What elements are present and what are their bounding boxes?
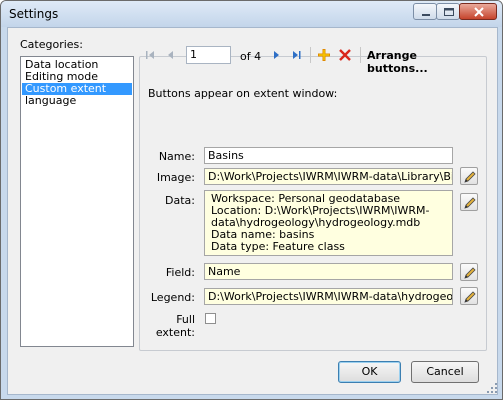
last-icon: [293, 51, 301, 59]
window-title: Settings: [9, 7, 59, 21]
add-record-button[interactable]: [315, 46, 333, 64]
category-language[interactable]: language: [22, 95, 132, 107]
arrange-buttons-link[interactable]: Arrange buttons...: [367, 49, 477, 75]
first-record-button[interactable]: [141, 46, 159, 64]
name-label: Name:: [158, 150, 195, 163]
first-icon: [146, 51, 154, 59]
pencil-icon: [464, 291, 476, 303]
pencil-icon: [464, 197, 476, 209]
name-input[interactable]: Basins: [204, 147, 453, 164]
categories-list[interactable]: Data location Editing mode Custom extent…: [20, 56, 134, 347]
navigator-toolbar: 1 of 4 Arrange buttons...: [137, 44, 477, 75]
panel-caption: Buttons appear on extent window:: [148, 87, 338, 100]
field-name-field[interactable]: Name: [204, 263, 453, 280]
data-source-field[interactable]: Workspace: Personal geodatabase Location…: [204, 190, 453, 256]
previous-record-button[interactable]: [162, 46, 180, 64]
edit-data-button[interactable]: [460, 193, 478, 211]
close-button[interactable]: [459, 3, 497, 20]
delete-icon: [339, 49, 351, 61]
toolbar-separator: [360, 47, 361, 63]
maximize-icon: [444, 8, 454, 16]
add-icon: [318, 49, 330, 61]
next-icon: [274, 51, 279, 59]
title-bar[interactable]: Settings: [1, 1, 502, 27]
legend-label: Legend:: [150, 291, 195, 304]
ok-button[interactable]: OK: [338, 361, 401, 383]
resize-grip-icon[interactable]: [485, 381, 499, 395]
edit-field-button[interactable]: [460, 263, 478, 281]
record-position-input[interactable]: 1: [186, 46, 231, 64]
image-label: Image:: [156, 171, 195, 184]
close-icon: [474, 7, 484, 17]
maximize-button[interactable]: [436, 3, 460, 20]
minimize-button[interactable]: [413, 3, 437, 20]
full-extent-checkbox[interactable]: [205, 313, 216, 324]
legend-path-field[interactable]: D:\Work\Projects\IWRM\IWRM-data\hydrogeo…: [204, 288, 453, 305]
pencil-icon: [464, 267, 476, 279]
toolbar-separator: [310, 47, 311, 63]
minimize-icon: [422, 14, 430, 16]
pencil-icon: [464, 171, 476, 183]
previous-icon: [168, 51, 173, 59]
delete-record-button[interactable]: [336, 46, 354, 64]
edit-legend-button[interactable]: [460, 287, 478, 305]
last-record-button[interactable]: [288, 46, 306, 64]
full-extent-label: Full extent:: [155, 313, 195, 339]
settings-window: Settings Categories: Data location Editi…: [0, 0, 503, 400]
data-label: Data:: [165, 194, 195, 207]
field-label: Field:: [165, 266, 195, 279]
categories-label: Categories:: [20, 38, 83, 51]
cancel-button[interactable]: Cancel: [411, 361, 479, 383]
record-count-label: of 4: [240, 50, 262, 63]
image-path-field[interactable]: D:\Work\Projects\IWRM\IWRM-data\Library\…: [204, 168, 453, 185]
edit-image-button[interactable]: [460, 167, 478, 185]
next-record-button[interactable]: [267, 46, 285, 64]
